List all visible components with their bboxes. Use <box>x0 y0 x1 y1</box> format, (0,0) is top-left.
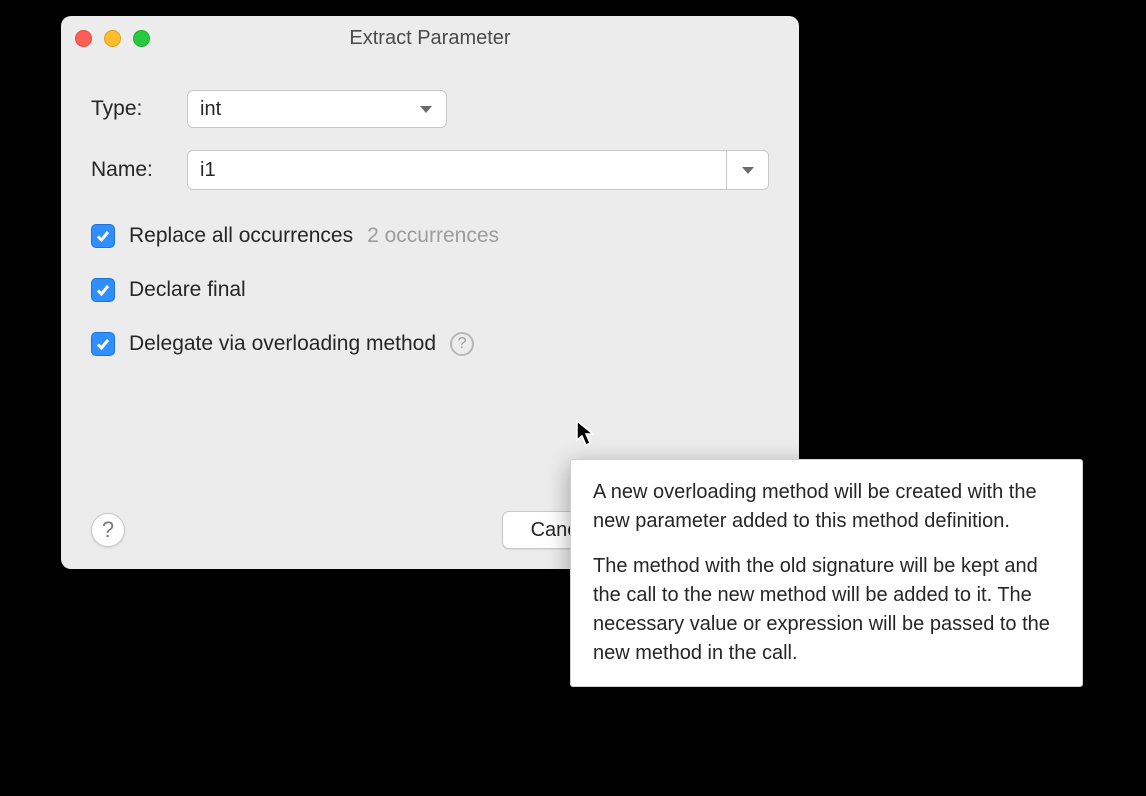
type-value: int <box>200 98 221 121</box>
name-dropdown-button[interactable] <box>726 151 768 189</box>
replace-occurrences-checkbox[interactable] <box>91 224 115 248</box>
delegate-checkbox[interactable] <box>91 332 115 356</box>
tooltip-paragraph-2: The method with the old signature will b… <box>593 552 1060 668</box>
check-icon <box>95 228 111 244</box>
type-label: Type: <box>91 97 187 121</box>
help-button[interactable]: ? <box>91 513 125 547</box>
options-group: Replace all occurrences 2 occurrences De… <box>91 224 769 356</box>
declare-final-row: Declare final <box>91 278 769 302</box>
declare-final-checkbox[interactable] <box>91 278 115 302</box>
delegate-row: Delegate via overloading method ? <box>91 332 769 356</box>
tooltip-paragraph-1: A new overloading method will be created… <box>593 478 1060 536</box>
type-row: Type: int <box>91 90 769 128</box>
check-icon <box>95 336 111 352</box>
help-icon[interactable]: ? <box>450 332 474 356</box>
window-controls <box>75 30 150 47</box>
name-row: Name: <box>91 150 769 190</box>
check-icon <box>95 282 111 298</box>
close-icon[interactable] <box>75 30 92 47</box>
titlebar: Extract Parameter <box>61 16 799 60</box>
name-combo <box>187 150 769 190</box>
dialog-title: Extract Parameter <box>61 27 799 50</box>
chevron-down-icon <box>420 106 432 113</box>
name-input[interactable] <box>188 151 726 189</box>
occurrences-count: 2 occurrences <box>367 224 499 248</box>
type-select[interactable]: int <box>187 90 447 128</box>
replace-occurrences-row: Replace all occurrences 2 occurrences <box>91 224 769 248</box>
delegate-label: Delegate via overloading method <box>129 332 436 356</box>
dialog-content: Type: int Name: Replace all occurrences <box>61 60 799 356</box>
minimize-icon[interactable] <box>104 30 121 47</box>
declare-final-label: Declare final <box>129 278 246 302</box>
zoom-icon[interactable] <box>133 30 150 47</box>
replace-occurrences-label: Replace all occurrences <box>129 224 353 248</box>
help-tooltip: A new overloading method will be created… <box>570 459 1083 687</box>
chevron-down-icon <box>742 167 754 174</box>
name-label: Name: <box>91 158 187 182</box>
